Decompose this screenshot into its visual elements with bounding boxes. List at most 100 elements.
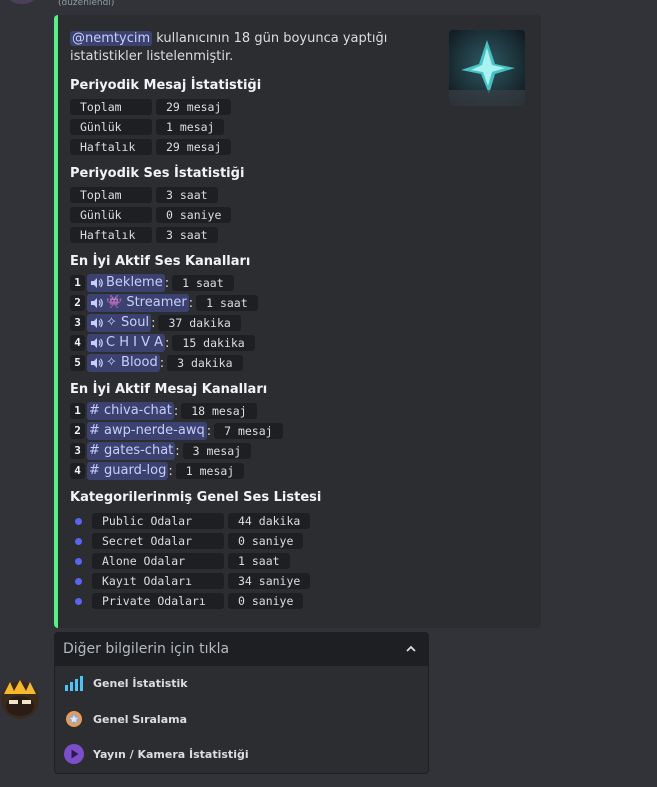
select-options: Genel İstatistik Genel Sıralama Yayın / …	[54, 666, 429, 774]
rank-number: 1	[70, 403, 85, 419]
stat-value: 29 mesaj	[156, 99, 232, 115]
top-voice-row: 2 👾 Streamer : 1 saat	[70, 294, 258, 312]
stat-label: Toplam	[70, 187, 152, 203]
option-stream-camera[interactable]: Yayın / Kamera İstatistiği	[63, 739, 249, 769]
stat-value: 1 saat	[172, 275, 234, 291]
option-general-ranking[interactable]: Genel Sıralama	[63, 704, 187, 734]
speaker-icon	[91, 338, 103, 348]
rank-number: 3	[70, 315, 85, 331]
category-row: Alone Odalar 1 saat	[70, 552, 290, 570]
categories-title: Kategorilerinmiş Genel Ses Listesi	[70, 490, 322, 505]
top-voice-row: 1 Bekleme : 1 saat	[70, 274, 234, 292]
top-text-row: 4 # guard-log: 1 mesaj	[70, 462, 245, 480]
voice-channel-link[interactable]: 👾 Streamer	[87, 294, 189, 312]
stats-embed: @nemtycim kullanıcının 18 gün boyunca ya…	[54, 15, 541, 628]
category-row: Kayıt Odaları 34 saniye	[70, 572, 311, 590]
speaker-icon	[91, 358, 103, 368]
voice-channel-link[interactable]: ✧ Blood	[87, 354, 160, 372]
chevron-up-icon[interactable]	[404, 642, 418, 656]
stat-value: 34 saniye	[228, 573, 311, 589]
user-mention[interactable]: @nemtycim	[70, 31, 153, 46]
option-label: Genel Sıralama	[93, 712, 187, 726]
speaker-icon	[91, 318, 103, 328]
channel-name: C H I V A	[106, 335, 164, 350]
stat-label: Toplam	[70, 99, 152, 115]
bullet-icon	[75, 537, 82, 545]
option-label: Genel İstatistik	[93, 676, 188, 690]
top-voice-row: 4 C H I V A : 15 dakika	[70, 334, 255, 352]
stat-label: Haftalık	[70, 227, 152, 243]
top-voice-row: 5 ✧ Blood : 3 dakika	[70, 354, 243, 372]
periodic-voice-title: Periyodik Ses İstatistiği	[70, 166, 245, 181]
periodic-voice-row: Toplam 3 saat	[70, 186, 218, 204]
rank-number: 4	[70, 335, 85, 351]
stat-value: 0 saniye	[228, 593, 304, 609]
category-row: Private Odaları 0 saniye	[70, 592, 304, 610]
top-voice-row: 3 ✧ Soul : 37 dakika	[70, 314, 241, 332]
option-label: Yayın / Kamera İstatistiği	[93, 747, 249, 761]
rank-number: 4	[70, 463, 85, 479]
speaker-icon	[91, 298, 103, 308]
text-channel-link[interactable]: # awp-nerde-awq	[87, 422, 207, 440]
periodic-message-row: Haftalık 29 mesaj	[70, 138, 232, 156]
select-placeholder: Diğer bilgilerin için tıkla	[63, 641, 230, 657]
stat-value: 1 saat	[228, 553, 290, 569]
text-channel-link[interactable]: # chiva-chat	[87, 402, 174, 420]
stat-value: 37 dakika	[158, 315, 241, 331]
bot-avatar[interactable]	[0, 676, 40, 720]
stat-value: 1 mesaj	[156, 119, 225, 135]
category-row: Secret Odalar 0 saniye	[70, 532, 304, 550]
voice-channel-link[interactable]: ✧ Soul	[87, 314, 152, 332]
top-avatar[interactable]	[6, 0, 38, 4]
periodic-message-title: Periyodik Mesaj İstatistiği	[70, 78, 262, 93]
periodic-voice-row: Günlük 0 saniye	[70, 206, 232, 224]
rank-number: 1	[70, 275, 85, 291]
stat-value: 3 saat	[156, 227, 218, 243]
bullet-icon	[75, 557, 82, 565]
bullet-icon	[75, 517, 82, 525]
bullet-icon	[75, 577, 82, 585]
top-text-title: En İyi Aktif Mesaj Kanalları	[70, 382, 268, 397]
medal-icon	[66, 711, 82, 727]
top-text-row: 1 # chiva-chat: 18 mesaj	[70, 402, 257, 420]
category-label: Alone Odalar	[92, 553, 224, 569]
channel-name: ✧ Soul	[106, 315, 150, 330]
periodic-message-row: Toplam 29 mesaj	[70, 98, 232, 116]
category-label: Kayıt Odaları	[92, 573, 224, 589]
category-label: Public Odalar	[92, 513, 224, 529]
embed-description: @nemtycim kullanıcının 18 gün boyunca ya…	[70, 30, 440, 66]
edited-label: (düzenlendi)	[58, 0, 115, 8]
stat-value: 7 mesaj	[214, 423, 283, 439]
text-channel-link[interactable]: # gates-chat	[87, 442, 176, 460]
channel-name: 👾 Streamer	[106, 295, 187, 310]
stat-value: 0 saniye	[156, 207, 232, 223]
top-text-row: 3 # gates-chat: 3 mesaj	[70, 442, 252, 460]
option-general-stats[interactable]: Genel İstatistik	[63, 668, 188, 698]
channel-name: Bekleme	[106, 275, 163, 290]
select-menu[interactable]: Diğer bilgilerin için tıkla	[54, 632, 429, 666]
speaker-icon	[91, 278, 103, 288]
embed-thumbnail[interactable]	[449, 30, 525, 106]
category-row: Public Odalar 44 dakika	[70, 512, 311, 530]
stat-value: 0 saniye	[228, 533, 304, 549]
stat-value: 44 dakika	[228, 513, 311, 529]
rank-number: 2	[70, 295, 85, 311]
rank-number: 5	[70, 355, 85, 371]
rank-number: 3	[70, 443, 85, 459]
top-text-row: 2 # awp-nerde-awq: 7 mesaj	[70, 422, 283, 440]
voice-channel-link[interactable]: C H I V A	[87, 334, 166, 352]
stat-label: Günlük	[70, 119, 152, 135]
stat-value: 3 saat	[156, 187, 218, 203]
voice-channel-link[interactable]: Bekleme	[87, 274, 165, 292]
stat-value: 1 saat	[196, 295, 258, 311]
periodic-message-row: Günlük 1 mesaj	[70, 118, 225, 136]
top-voice-title: En İyi Aktif Ses Kanalları	[70, 254, 251, 269]
category-label: Secret Odalar	[92, 533, 224, 549]
bullet-icon	[75, 597, 82, 605]
text-channel-link[interactable]: # guard-log	[87, 462, 169, 480]
stat-value: 29 mesaj	[156, 139, 232, 155]
rank-number: 2	[70, 423, 85, 439]
play-icon	[64, 744, 84, 764]
bar-chart-icon	[65, 676, 83, 691]
stat-value: 3 dakika	[167, 355, 243, 371]
